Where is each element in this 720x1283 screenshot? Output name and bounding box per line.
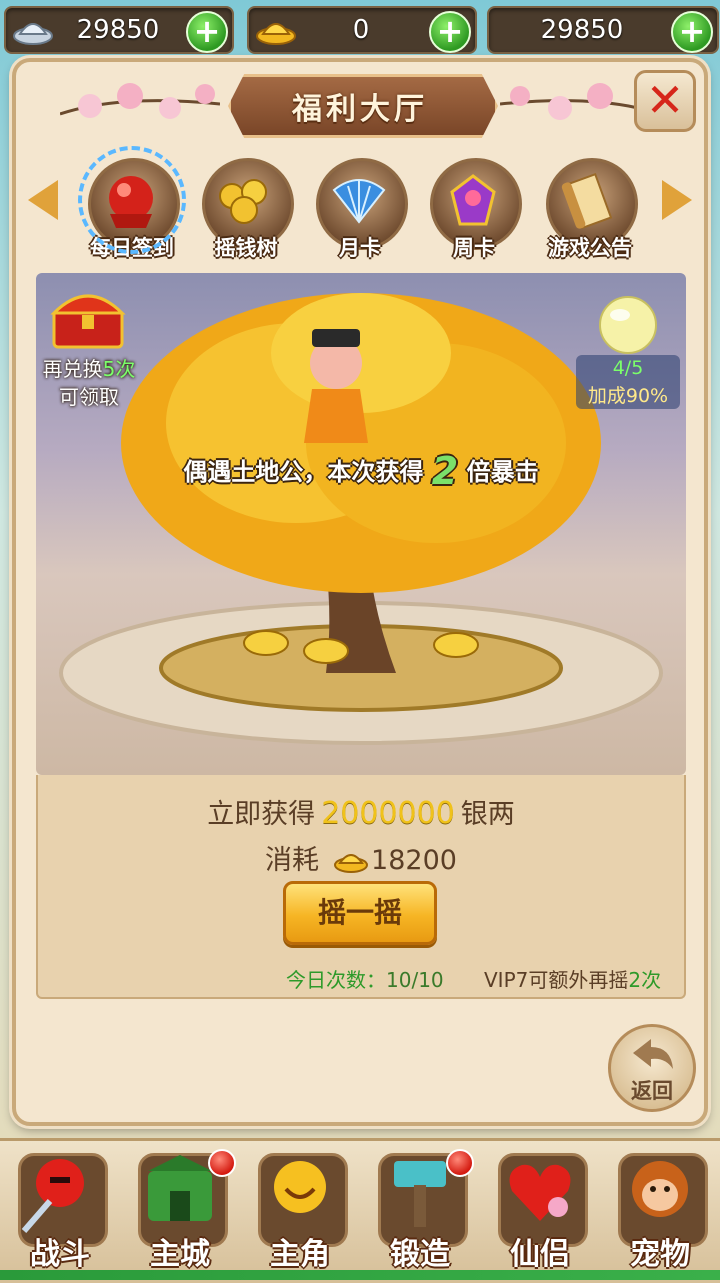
cost-label: 消耗 [265, 845, 320, 876]
close-button[interactable]: ✕ [634, 70, 696, 132]
money-tree-illustration [59, 293, 663, 745]
blossom-decoration-left [60, 83, 220, 119]
bonus-progress: 4/5 [612, 357, 644, 379]
crit-banner: 偶遇土地公，本次获得 2 倍暴击 [36, 449, 686, 493]
vip-prefix: VIP7可额外再摇 [484, 968, 629, 992]
notification-badge [446, 1149, 474, 1177]
nav-label: 仙侣 [510, 1237, 570, 1272]
bottom-progress-strip [0, 1270, 720, 1280]
money-tree-scene: 再兑换5次 可领取 4/5 加成90% 偶遇土地公，本次获得 2 倍暴击 [36, 273, 686, 775]
today-value: 10/10 [386, 968, 444, 992]
tab-selected-ring [78, 146, 186, 254]
gain-line: 立即获得 2000000 银两 [36, 792, 686, 831]
currency-third: 29850 + [487, 6, 719, 54]
monkey-icon [632, 1161, 688, 1217]
nav-item-city[interactable]: 主城 [130, 1149, 236, 1273]
nav-item-hero[interactable]: 主角 [250, 1149, 350, 1273]
tab-weekly-card[interactable]: 周卡 [424, 156, 524, 260]
crit-prefix: 偶遇土地公，本次获得 [183, 458, 424, 486]
nav-label: 宠物 [630, 1237, 690, 1272]
gold-ingot-icon [256, 23, 296, 45]
coin-pile-icon [219, 179, 267, 224]
nav-label: 主城 [150, 1237, 210, 1272]
hero-face-icon [274, 1161, 326, 1213]
bottom-nav: 战斗 主城 主角 锻造 仙侣 宠物 [0, 1138, 720, 1283]
bonus-orb-icon [599, 296, 657, 354]
back-label: 返回 [631, 1079, 673, 1103]
bonus-box: 4/5 加成90% [576, 355, 680, 409]
today-label: 今日次数： [286, 968, 386, 992]
silver-ingot-icon [13, 23, 53, 45]
tab-monthly-card[interactable]: 月卡 [310, 156, 410, 260]
nav-item-battle[interactable]: 战斗 [10, 1149, 110, 1273]
currency-third-value: 29850 [540, 15, 624, 45]
vip-count: 2次 [628, 968, 662, 992]
bonus-text: 加成90% [587, 385, 669, 407]
heart-icon [509, 1164, 571, 1221]
shake-button[interactable]: 摇一摇 [283, 881, 437, 945]
vip-extra: VIP7可额外再摇2次 [484, 964, 661, 993]
tab-label: 游戏公告 [548, 236, 632, 260]
scroll-icon [561, 172, 613, 230]
nav-label: 锻造 [390, 1237, 450, 1272]
crit-multiplier: 2 [431, 449, 459, 493]
cost-amount: 18200 [371, 845, 457, 876]
gem-badge-icon [450, 174, 496, 226]
add-third-button[interactable]: + [671, 11, 713, 53]
gain-unit: 银两 [460, 799, 515, 830]
gold-ingot-icon [334, 854, 369, 873]
today-count: 今日次数：10/10 [286, 964, 444, 993]
add-silver-button[interactable]: + [186, 11, 228, 53]
add-gold-button[interactable]: + [429, 11, 471, 53]
nav-item-forge[interactable]: 锻造 [370, 1149, 474, 1273]
blue-fan-icon [332, 179, 386, 224]
back-arrow-icon [633, 1039, 673, 1069]
gain-amount: 2000000 [321, 796, 455, 831]
back-button[interactable]: 返回 [608, 1024, 696, 1112]
close-icon: ✕ [645, 73, 685, 127]
currency-gold-value: 0 [352, 15, 370, 45]
cost-line: 消耗 18200 [36, 838, 686, 877]
tab-money-tree[interactable]: 摇钱树 [196, 156, 296, 260]
crit-suffix: 倍暴击 [466, 458, 539, 486]
panel-title: 福利大厅 [292, 92, 428, 127]
tab-game-notice[interactable]: 游戏公告 [540, 156, 640, 260]
treasure-chest-icon[interactable] [50, 285, 126, 351]
tab-label: 周卡 [453, 236, 495, 260]
nav-label: 主角 [270, 1237, 330, 1272]
tab-label: 月卡 [339, 236, 381, 260]
tab-label: 摇钱树 [214, 236, 278, 260]
chest-count: 5次 [102, 357, 136, 381]
nav-item-companion[interactable]: 仙侣 [490, 1149, 590, 1273]
nav-label: 战斗 [30, 1237, 90, 1272]
currency-silver: 29850 + [4, 6, 234, 54]
currency-silver-value: 29850 [76, 15, 160, 45]
sword-fighter-icon [21, 1159, 84, 1233]
chest-label: 再兑换5次 可领取 [36, 355, 142, 411]
notification-badge [208, 1149, 236, 1177]
chest-label-prefix: 再兑换 [42, 357, 103, 381]
currency-gold: 0 + [247, 6, 477, 54]
gain-prefix: 立即获得 [207, 799, 316, 830]
chest-label-line2: 可领取 [59, 385, 119, 409]
nav-item-pet[interactable]: 宠物 [610, 1149, 710, 1273]
tabs-next-arrow-icon[interactable] [662, 180, 692, 220]
tabs-prev-arrow-icon[interactable] [28, 180, 58, 220]
